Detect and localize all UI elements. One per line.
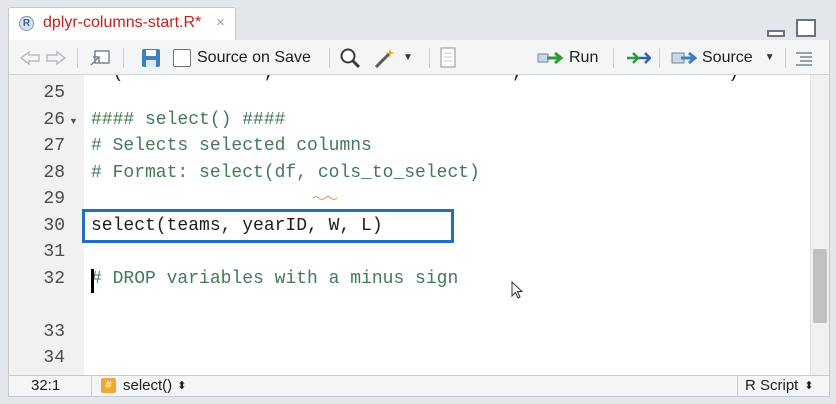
source-dropdown-icon[interactable]: ▼ [765,52,775,63]
section-label: select() [123,377,173,394]
line-number: 29 [43,189,65,209]
cursor-position: 32:1 [31,377,61,394]
line-number: 32 [43,268,65,289]
notebook-icon [440,46,456,68]
vertical-scrollbar[interactable] [810,75,829,375]
editor-toolbar: Source on Save ▼ Run Source ▼ [8,40,830,75]
source-button[interactable]: Source ▼ [671,40,775,75]
highlight-box [82,209,454,243]
spellcheck-underline [313,195,338,201]
fold-toggle-icon[interactable]: ▼ [69,116,78,126]
code-line: #### select() #### [91,109,286,130]
document-outline-button[interactable] [795,40,813,75]
line-number: 30 [43,215,65,236]
code-line: # Selects selected columns [91,136,372,156]
section-badge-icon: # [101,378,116,393]
run-arrow-icon [537,51,564,64]
back-arrow-icon [19,50,40,65]
back-button[interactable] [19,40,41,75]
status-bar: 32:1 # select() ⬍ R Script ⬍ [8,375,830,397]
run-label: Run [569,48,599,66]
scrollbar-thumb[interactable] [813,249,827,323]
forward-arrow-icon [46,50,67,65]
checkbox-icon [173,48,191,67]
forward-button[interactable] [45,40,67,75]
search-icon [340,48,361,68]
tab-bar: R dplyr-columns-start.R* × [0,0,836,40]
compile-report-button[interactable] [439,40,457,75]
close-icon[interactable]: × [216,14,225,31]
source-label: Source [702,48,753,66]
section-navigator[interactable]: # select() ⬍ [101,377,186,394]
maximize-pane-icon[interactable] [796,19,816,37]
line-number-gutter: 2526▼272829303132333435▼ [9,75,84,375]
file-type-selector[interactable]: R Script ⬍ [745,377,814,394]
source-on-save-checkbox[interactable]: Source on Save [173,40,311,75]
editor-tab[interactable]: R dplyr-columns-start.R* × [8,7,236,40]
show-in-window-icon [90,49,110,66]
code-line: # DROP variables with a minus sign [91,268,459,289]
tab-title: dplyr-columns-start.R* [43,14,202,31]
line-number: 34 [43,348,65,368]
updown-chevron-icon: ⬍ [804,380,814,392]
line-number: 28 [43,162,65,183]
source-arrow-icon [671,51,697,64]
rerun-button[interactable] [625,40,651,75]
code-line: # Format: select(df, cols_to_select) [91,162,480,183]
save-button[interactable] [141,40,161,75]
find-replace-button[interactable] [339,40,361,75]
outline-icon [796,51,812,66]
code-editor[interactable]: 2526▼272829303132333435▼ ( , , ) #### se… [8,75,830,375]
line-number: 27 [43,136,65,156]
updown-chevron-icon: ⬍ [177,380,187,392]
magic-wand-icon [374,47,395,68]
save-icon [142,48,160,67]
mouse-pointer-icon [511,281,524,299]
rerun-icon [627,51,651,64]
text-cursor [91,269,94,293]
line-number: 25 [43,83,65,103]
minimize-pane-icon[interactable] [767,30,785,37]
r-file-icon: R [19,16,34,31]
code-tools-button[interactable]: ▼ [373,40,413,75]
line-number: 31 [43,242,65,262]
file-type-label: R Script [745,377,799,394]
line-number: 33 [43,321,65,342]
show-in-window-button[interactable] [89,40,111,75]
source-on-save-label: Source on Save [197,48,311,66]
partial-code-line: ( , , ) [91,75,740,83]
run-button[interactable]: Run [537,40,598,75]
line-number: 26 [43,109,65,130]
